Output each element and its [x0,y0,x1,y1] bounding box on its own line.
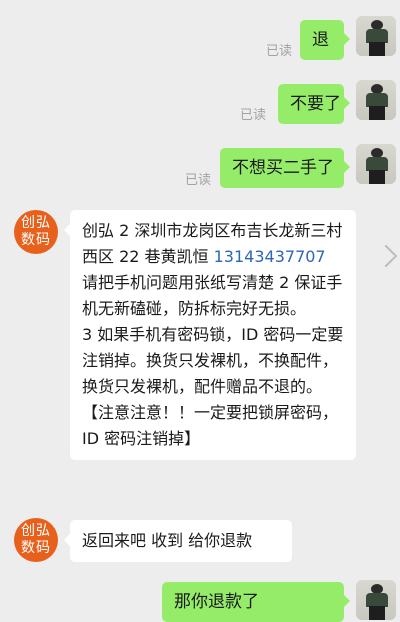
chevron-right-icon[interactable] [374,244,398,268]
self-avatar[interactable] [356,144,396,184]
read-status: 已读 [240,108,267,123]
message-paragraph: 创弘 2 深圳市龙岗区布吉长龙新三村西区 22 巷黄凯恒 13143437707… [82,218,344,322]
read-status: 已读 [185,173,212,188]
instruction-text: 请把手机问题用张纸写清楚 2 保证手机无新磕碰，防拆标完好无损。 [82,273,343,318]
message-bubble-incoming[interactable]: 返回来吧 收到 给你退款 [64,520,292,562]
message-bubble-outgoing[interactable]: 那你退款了 [162,582,350,622]
self-avatar[interactable] [356,580,396,620]
message-bubble-outgoing[interactable]: 不要了 [278,84,350,124]
message-bubble-incoming[interactable]: 创弘 2 深圳市龙岗区布吉长龙新三村西区 22 巷黄凯恒 13143437707… [64,210,356,460]
shop-avatar-line1: 创弘 [21,215,51,231]
message-text: 返回来吧 收到 给你退款 [82,531,253,550]
shop-avatar-line1: 创弘 [21,523,51,539]
message-text: 那你退款了 [174,592,259,612]
shop-avatar[interactable]: 创弘 数码 [14,210,58,254]
shop-avatar-line2: 数码 [21,232,51,248]
message-bubble-outgoing[interactable]: 不想买二手了 [220,148,350,188]
shop-avatar-line2: 数码 [21,540,51,556]
self-avatar[interactable] [356,16,396,56]
message-bubble-outgoing[interactable]: 退 [300,20,350,60]
message-text: 不要了 [290,94,341,114]
message-text: 不想买二手了 [232,158,334,178]
self-avatar[interactable] [356,80,396,120]
message-paragraph: 3 如果手机有密码锁，ID 密码一定要注销掉。换货只发裸机，不换配件，换货只发裸… [82,325,344,448]
phone-link[interactable]: 13143437707 [214,247,326,266]
shop-avatar[interactable]: 创弘 数码 [14,518,58,562]
message-text: 退 [312,30,329,50]
read-status: 已读 [266,44,293,59]
